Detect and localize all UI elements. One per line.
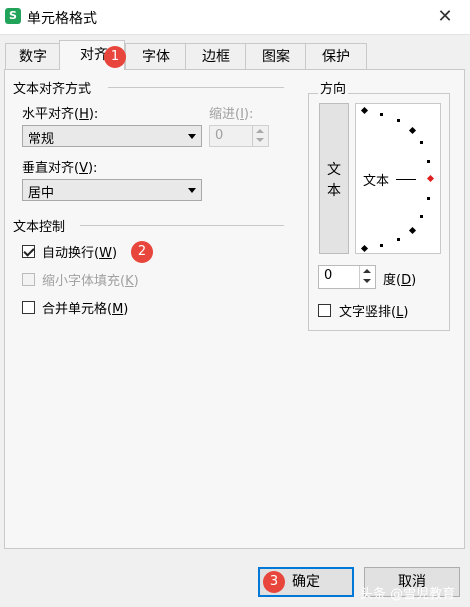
text-control-group-label: 文本控制 [13,220,66,235]
text-control-group-divider [80,225,284,226]
vertical-layout-label[interactable]: 文字竖排(L) [339,301,408,320]
dial-mark [427,160,430,163]
dial-mark [397,119,400,122]
dial-mark [360,244,369,253]
merge-cells-checkbox[interactable] [22,301,35,314]
dial-mark [420,215,423,218]
tab-pattern[interactable]: 图案 [245,43,307,70]
degree-label: 度(D) [383,273,417,288]
dial-handle-icon[interactable] [426,174,435,183]
step-badge-2: 2 [131,241,153,263]
degree-stepper[interactable]: 0 [318,265,376,289]
arrow-up-icon[interactable] [256,129,264,133]
tab-number[interactable]: 数字 [5,43,61,70]
dial-mark [420,141,423,144]
vertical-align-label: 垂直对齐(V): [22,161,98,176]
app-logo-icon: S [5,8,21,24]
dial-mark [360,106,369,115]
title-bar: S 单元格格式 ✕ [0,0,470,35]
wrap-text-checkbox[interactable] [22,245,35,258]
arrow-down-icon[interactable] [363,279,371,283]
horizontal-align-value: 常规 [28,132,55,147]
watermark: 头条 @雪児教育 [360,587,456,602]
arrow-up-icon[interactable] [363,269,371,273]
chevron-down-icon [188,188,196,193]
step-badge-3: 3 [263,571,285,593]
tab-font[interactable]: 字体 [125,43,187,70]
dial-text: 文本 [363,174,390,189]
shrink-to-fit-checkbox[interactable] [22,273,35,286]
alignment-group-label: 文本对齐方式 [13,82,92,97]
arrow-down-icon[interactable] [256,138,264,142]
dial-mark [380,113,383,116]
horizontal-align-select[interactable]: 常规 [22,125,202,147]
tab-border[interactable]: 边框 [185,43,247,70]
window-title: 单元格格式 [27,11,97,27]
indent-value: 0 [215,128,224,143]
wrap-text-label[interactable]: 自动换行(W) [42,242,117,261]
orientation-group-label: 方向 [318,78,349,97]
dial-mark [397,238,400,241]
vertical-text-char: 文 [327,162,341,178]
step-badge-1: 1 [104,46,126,68]
degree-value: 0 [324,268,333,283]
dial-mark [408,126,417,135]
horizontal-align-label: 水平对齐(H): [22,107,99,122]
dial-mark [408,226,417,235]
orientation-dial[interactable]: 文本 [355,103,441,254]
tab-protection[interactable]: 保护 [305,43,367,70]
dial-mark [380,244,383,247]
dial-mark [427,197,430,200]
alignment-group-divider [108,87,284,88]
vertical-text-button[interactable]: 文 本 [319,103,349,254]
vertical-text-char: 本 [327,183,341,199]
vertical-align-value: 居中 [28,186,55,201]
dial-pointer-line [396,179,416,180]
vertical-layout-checkbox[interactable] [318,304,331,317]
vertical-align-select[interactable]: 居中 [22,179,202,201]
merge-cells-label[interactable]: 合并单元格(M) [42,298,128,317]
indent-label: 缩进(I): [209,107,254,122]
close-icon[interactable]: ✕ [436,8,454,26]
shrink-to-fit-label: 缩小字体填充(K) [42,274,139,289]
indent-stepper[interactable]: 0 [209,125,269,147]
chevron-down-icon [188,134,196,139]
